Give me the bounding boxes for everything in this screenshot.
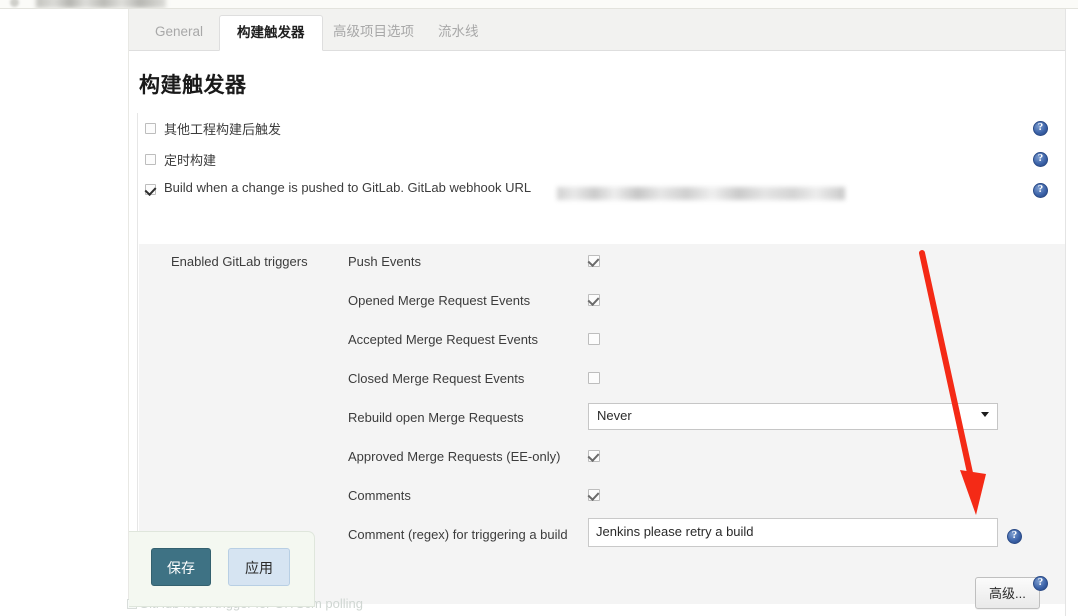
apply-button[interactable]: 应用 bbox=[228, 548, 290, 586]
tab-pipeline[interactable]: 流水线 bbox=[421, 15, 496, 51]
label-comments: Comments bbox=[348, 488, 411, 503]
checkbox-opened-merge-request-events[interactable] bbox=[588, 294, 600, 306]
label-accepted-merge-request-events: Accepted Merge Request Events bbox=[348, 332, 539, 347]
select-rebuild-value: Never bbox=[597, 408, 632, 423]
browser-tab-title-redacted bbox=[36, 0, 166, 8]
gitlab-row-push-events[interactable]: Push Events bbox=[139, 254, 1065, 280]
config-tab-bar: General 构建触发器 高级项目选项 流水线 bbox=[129, 9, 1065, 51]
trigger-label-gitlab-push: Build when a change is pushed to GitLab.… bbox=[164, 180, 532, 195]
help-icon-gitlab-push[interactable] bbox=[1033, 183, 1048, 198]
save-button[interactable]: 保存 bbox=[151, 548, 211, 586]
checkbox-accepted-merge-request-events[interactable] bbox=[588, 333, 600, 345]
browser-tab-favicon bbox=[10, 0, 19, 7]
label-closed-merge-request-events: Closed Merge Request Events bbox=[348, 371, 525, 386]
label-comment-regex: Comment (regex) for triggering a build bbox=[348, 527, 568, 542]
label-approved-merge-requests: Approved Merge Requests (EE-only) bbox=[348, 449, 561, 464]
advanced-button[interactable]: 高级... bbox=[975, 577, 1040, 609]
gitlab-row-closed-merge-request-events[interactable]: Closed Merge Request Events bbox=[139, 371, 1065, 397]
help-icon-webhook-trigger[interactable] bbox=[1033, 576, 1048, 591]
trigger-label-build-after-other-projects: 其他工程构建后触发 bbox=[164, 122, 282, 137]
help-icon-build-periodically[interactable] bbox=[1033, 152, 1048, 167]
checkbox-push-events[interactable] bbox=[588, 255, 600, 267]
checkbox-approved-merge-requests[interactable] bbox=[588, 450, 600, 462]
comment-regex-input[interactable]: Jenkins please retry a build bbox=[588, 518, 998, 547]
page-title: 构建触发器 bbox=[139, 74, 247, 97]
right-scroll-edge[interactable] bbox=[1065, 9, 1078, 616]
gitlab-row-accepted-merge-request-events[interactable]: Accepted Merge Request Events bbox=[139, 332, 1065, 358]
label-opened-merge-request-events: Opened Merge Request Events bbox=[348, 293, 531, 308]
checkbox-closed-merge-request-events[interactable] bbox=[588, 372, 600, 384]
checkbox-build-periodically[interactable] bbox=[145, 154, 156, 165]
tab-general[interactable]: General bbox=[138, 15, 220, 51]
content-panel: General 构建触发器 高级项目选项 流水线 构建触发器 其他工程构建后触发… bbox=[129, 9, 1065, 609]
checkbox-gitlab-push[interactable] bbox=[145, 184, 156, 195]
gitlab-row-approved-merge-requests[interactable]: Approved Merge Requests (EE-only) bbox=[139, 449, 1065, 475]
trigger-label-build-periodically: 定时构建 bbox=[164, 153, 217, 168]
gitlab-row-comments[interactable]: Comments bbox=[139, 488, 1065, 514]
select-rebuild-open-merge-requests[interactable]: Never bbox=[588, 403, 998, 430]
help-icon-comment-regex[interactable] bbox=[1007, 529, 1022, 544]
left-gutter bbox=[0, 9, 129, 607]
comment-regex-value: Jenkins please retry a build bbox=[596, 524, 754, 539]
build-triggers-form: 构建触发器 其他工程构建后触发 定时构建 Build when a change… bbox=[129, 51, 1065, 609]
tab-advanced-project-options[interactable]: 高级项目选项 bbox=[316, 15, 431, 51]
gitlab-row-rebuild-open-merge-requests[interactable]: Rebuild open Merge Requests Never bbox=[139, 403, 1065, 436]
chevron-down-icon bbox=[981, 412, 989, 417]
gitlab-webhook-url-redacted bbox=[557, 187, 845, 200]
save-apply-bar: 保存 应用 bbox=[129, 531, 315, 607]
gitlab-row-opened-merge-request-events[interactable]: Opened Merge Request Events bbox=[139, 293, 1065, 319]
form-rail-divider bbox=[137, 113, 138, 597]
checkbox-comments[interactable] bbox=[588, 489, 600, 501]
page-body: General 构建触发器 高级项目选项 流水线 构建触发器 其他工程构建后触发… bbox=[0, 9, 1078, 616]
label-rebuild-open-merge-requests: Rebuild open Merge Requests bbox=[348, 410, 524, 425]
label-push-events: Push Events bbox=[348, 254, 421, 269]
checkbox-build-after-other-projects[interactable] bbox=[145, 123, 156, 134]
help-icon-build-after-other-projects[interactable] bbox=[1033, 121, 1048, 136]
browser-tab-strip bbox=[0, 0, 1078, 9]
tab-build-triggers[interactable]: 构建触发器 bbox=[219, 15, 323, 51]
